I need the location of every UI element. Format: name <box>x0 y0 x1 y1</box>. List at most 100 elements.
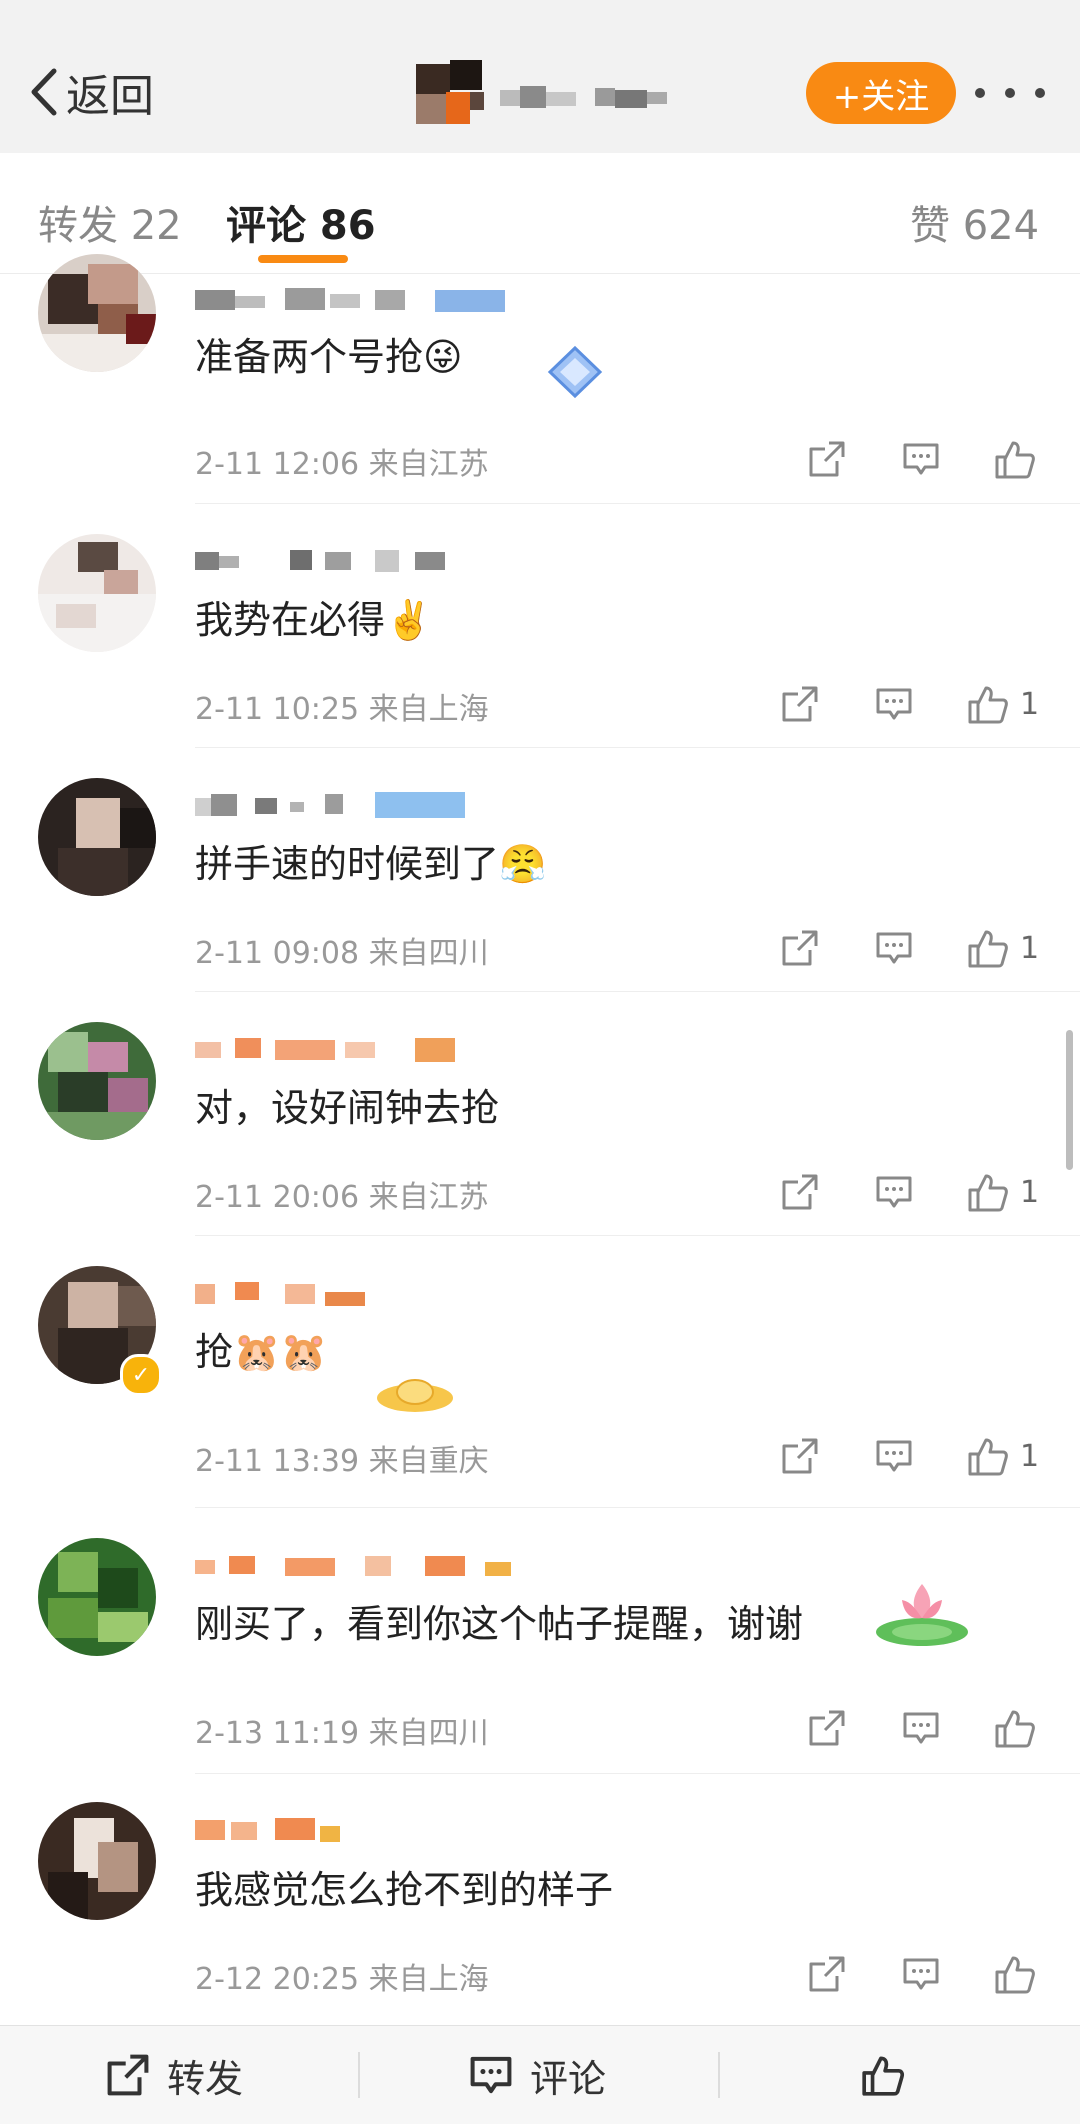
share-icon <box>782 1438 818 1474</box>
comment-icon <box>876 932 912 964</box>
comment-icon <box>876 688 912 720</box>
active-tab-indicator <box>258 255 348 263</box>
verified-badge: ✓ <box>120 1354 162 1396</box>
commenter-avatar[interactable] <box>38 254 156 372</box>
reply-button[interactable] <box>899 1952 943 1996</box>
reply-button[interactable] <box>872 1434 916 1478</box>
like-button[interactable] <box>966 682 1010 726</box>
share-icon <box>107 2054 149 2096</box>
share-icon <box>809 441 845 477</box>
share-icon <box>782 930 818 966</box>
like-button[interactable] <box>966 926 1010 970</box>
like-button[interactable] <box>993 1706 1037 1750</box>
poster-avatar[interactable] <box>410 58 490 128</box>
like-button[interactable] <box>993 437 1037 481</box>
comment-label: 评论 <box>530 2056 607 2101</box>
scrollbar[interactable] <box>1066 1030 1073 1170</box>
comment-text: 抢🐹🐹 <box>195 1330 328 1374</box>
comment-text: 刚买了，看到你这个帖子提醒，谢谢 <box>195 1602 804 1646</box>
comment-meta: 2-11 09:08 来自四川 <box>195 936 489 971</box>
like-icon <box>862 2056 905 2096</box>
comment-button[interactable]: 评论 <box>468 2026 606 2124</box>
comment-text: 拼手速的时候到了😤 <box>195 842 547 886</box>
comment-text: 准备两个号抢😜 <box>195 335 463 379</box>
share-button[interactable] <box>778 1170 822 1214</box>
like-count: 1 <box>1020 1438 1040 1474</box>
comment-meta: 2-13 11:19 来自四川 <box>195 1716 489 1751</box>
share-button[interactable] <box>805 437 849 481</box>
comment-text: 对，设好闹钟去抢 <box>195 1086 500 1130</box>
like-bottom-button[interactable] <box>860 2026 922 2124</box>
comment-icon <box>903 443 939 475</box>
comment-icon <box>470 2056 512 2094</box>
comment-meta: 2-11 20:06 来自江苏 <box>195 1180 489 1215</box>
divider <box>195 991 1080 992</box>
like-icon <box>968 1174 1008 1212</box>
share-icon <box>782 1174 818 1210</box>
like-icon <box>995 1956 1035 1994</box>
divider <box>195 1235 1080 1236</box>
like-icon <box>995 1710 1035 1748</box>
tab-repost[interactable]: 转发 22 <box>38 193 182 251</box>
reply-button[interactable] <box>872 1170 916 1214</box>
divider <box>195 747 1080 748</box>
comment-text: 我势在必得✌️ <box>195 598 433 642</box>
like-count: 1 <box>1020 686 1040 722</box>
comment-icon <box>876 1176 912 1208</box>
divider <box>195 1773 1080 1774</box>
more-button[interactable] <box>975 70 1045 116</box>
poster-name-blurred <box>500 86 667 108</box>
comment-meta: 2-12 20:25 来自上海 <box>195 1962 489 1997</box>
chevron-left-icon <box>31 68 57 116</box>
reply-button[interactable] <box>899 437 943 481</box>
back-label: 返回 <box>66 71 154 122</box>
share-button[interactable] <box>805 1706 849 1750</box>
tab-bar: 转发 22 评论 86 赞 624 <box>0 153 1080 274</box>
tab-comments[interactable]: 评论 86 <box>226 193 376 251</box>
lotus-sticker-icon <box>876 1584 968 1646</box>
like-button[interactable] <box>993 1952 1037 1996</box>
like-button[interactable] <box>966 1170 1010 1214</box>
follow-button[interactable]: +关注 <box>806 62 956 124</box>
share-button[interactable] <box>778 926 822 970</box>
like-button[interactable] <box>966 1434 1010 1478</box>
comment-icon <box>876 1440 912 1472</box>
comment-meta: 2-11 13:39 来自重庆 <box>195 1444 489 1479</box>
share-button[interactable] <box>805 1952 849 1996</box>
like-icon <box>968 686 1008 724</box>
commenter-avatar[interactable] <box>38 1538 156 1656</box>
repost-button[interactable]: 转发 <box>105 2026 243 2124</box>
share-button[interactable] <box>778 682 822 726</box>
more-dot <box>1005 88 1015 98</box>
divider <box>195 503 1080 504</box>
more-dot <box>975 88 985 98</box>
like-count: 1 <box>1020 1174 1040 1210</box>
reply-button[interactable] <box>872 682 916 726</box>
comment-meta: 2-11 10:25 来自上海 <box>195 692 489 727</box>
comment-meta: 2-11 12:06 来自江苏 <box>195 447 489 482</box>
commenter-avatar[interactable] <box>38 534 156 652</box>
commenter-name-blurred <box>195 1038 455 1062</box>
commenter-avatar[interactable] <box>38 778 156 896</box>
commenter-name-blurred <box>195 288 505 312</box>
share-button[interactable] <box>778 1434 822 1478</box>
back-button[interactable]: 返回 <box>30 62 154 122</box>
commenter-avatar[interactable] <box>38 1022 156 1140</box>
more-dot <box>1035 88 1045 98</box>
tab-likes[interactable]: 赞 624 <box>910 193 1039 251</box>
coin-sticker-icon <box>377 1379 453 1412</box>
comment-icon <box>903 1958 939 1990</box>
reply-button[interactable] <box>872 926 916 970</box>
bottom-action-bar: 转发 评论 <box>0 2025 1080 2124</box>
commenter-name-blurred <box>195 1818 340 1842</box>
like-icon <box>968 930 1008 968</box>
reply-button[interactable] <box>899 1706 943 1750</box>
comment-icon <box>903 1712 939 1744</box>
commenter-name-blurred <box>195 1556 511 1576</box>
commenter-avatar[interactable] <box>38 1802 156 1920</box>
share-icon <box>809 1956 845 1992</box>
divider <box>718 2052 720 2098</box>
like-count: 1 <box>1020 930 1040 966</box>
divider <box>358 2052 360 2098</box>
commenter-name-blurred <box>195 1282 365 1306</box>
